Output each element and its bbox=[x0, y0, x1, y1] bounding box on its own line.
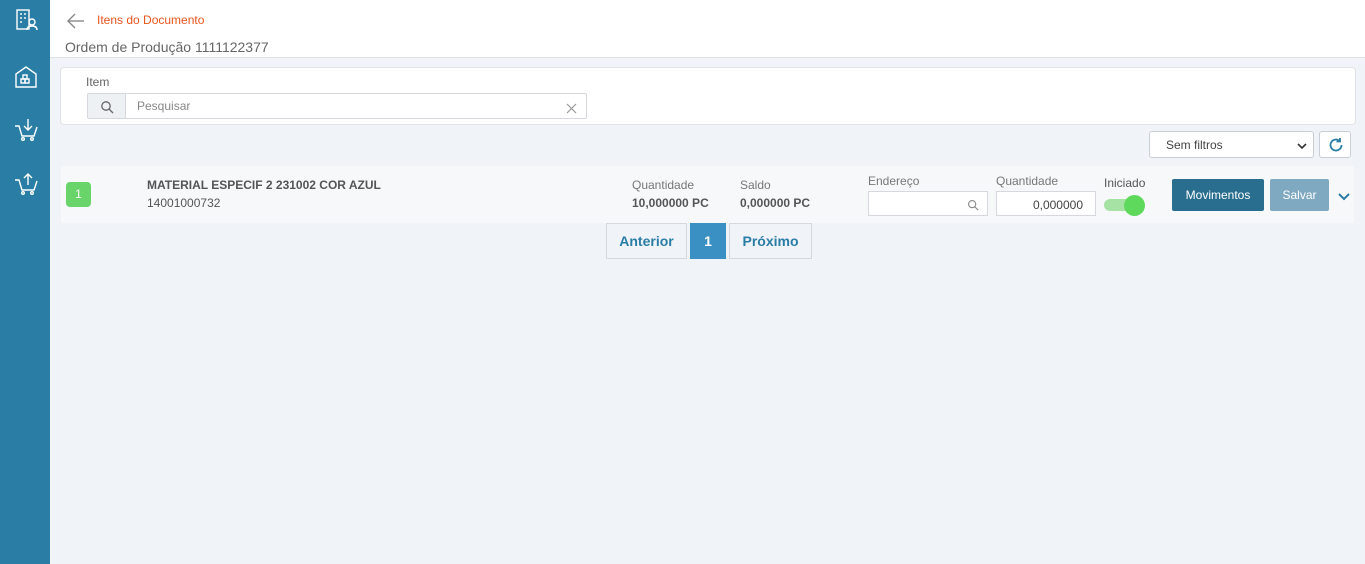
filter-card: Item bbox=[60, 67, 1356, 125]
breadcrumb[interactable]: Itens do Documento bbox=[97, 13, 204, 27]
page-1-button[interactable]: 1 bbox=[690, 223, 726, 259]
back-arrow-icon[interactable] bbox=[66, 12, 86, 30]
item-code: 14001000732 bbox=[147, 196, 221, 210]
refresh-button[interactable] bbox=[1319, 131, 1351, 158]
iniciado-label: Iniciado bbox=[1104, 176, 1146, 190]
quantidade-input[interactable]: 0,000000 bbox=[996, 191, 1096, 216]
sidebar bbox=[0, 0, 50, 564]
chevron-down-icon[interactable] bbox=[1337, 189, 1351, 201]
clear-icon[interactable] bbox=[566, 101, 577, 114]
saldo-label: Saldo bbox=[740, 178, 771, 192]
header: Itens do Documento Ordem de Produção 111… bbox=[50, 0, 1365, 58]
cart-out-icon[interactable] bbox=[13, 171, 39, 197]
saldo-value: 0,000000 PC bbox=[740, 196, 811, 210]
chevron-down-icon bbox=[1297, 140, 1307, 150]
item-index-badge: 1 bbox=[66, 182, 91, 207]
search-icon[interactable] bbox=[88, 94, 126, 118]
quantidade-input-label: Quantidade bbox=[996, 174, 1059, 188]
cart-in-icon[interactable] bbox=[13, 117, 39, 143]
search-box bbox=[87, 93, 587, 119]
search-input[interactable] bbox=[126, 94, 556, 118]
refresh-icon bbox=[1329, 138, 1343, 152]
filter-select[interactable]: Sem filtros bbox=[1149, 131, 1314, 158]
iniciado-toggle[interactable] bbox=[1104, 195, 1146, 216]
filter-select-value: Sem filtros bbox=[1166, 138, 1223, 152]
item-filter-label: Item bbox=[86, 75, 110, 89]
prev-page-button[interactable]: Anterior bbox=[606, 223, 687, 259]
page-title: Ordem de Produção 1111122377 bbox=[65, 39, 269, 55]
endereco-label: Endereço bbox=[868, 174, 920, 188]
building-user-icon[interactable] bbox=[13, 7, 39, 33]
item-name: MATERIAL ESPECIF 2 231002 COR AZUL bbox=[147, 178, 381, 192]
warehouse-icon[interactable] bbox=[13, 64, 39, 90]
movimentos-button[interactable]: Movimentos bbox=[1172, 179, 1264, 211]
item-row: 1 MATERIAL ESPECIF 2 231002 COR AZUL 140… bbox=[61, 166, 1354, 223]
toggle-knob bbox=[1124, 195, 1145, 216]
search-icon bbox=[967, 199, 979, 211]
endereco-input[interactable] bbox=[868, 191, 988, 216]
salvar-button[interactable]: Salvar bbox=[1270, 179, 1329, 211]
quantidade-value: 10,000000 PC bbox=[632, 196, 709, 210]
quantidade-label: Quantidade bbox=[632, 178, 695, 192]
next-page-button[interactable]: Próximo bbox=[729, 223, 812, 259]
